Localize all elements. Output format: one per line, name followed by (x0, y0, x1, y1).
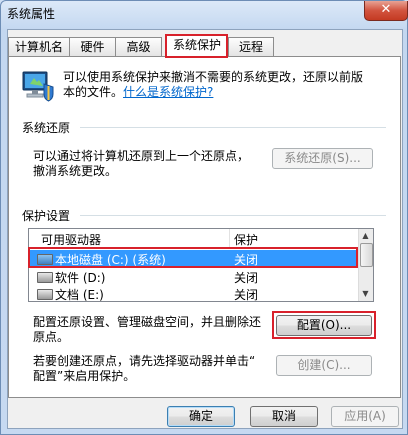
monitor-shield-icon (20, 70, 56, 102)
drive-row-d[interactable]: 软件 (D:) 关闭 (29, 268, 359, 285)
drive-name: 软件 (D:) (55, 271, 106, 285)
restore-heading: 系统还原 (22, 121, 71, 135)
intro-text-line2: 本的文件。什么是系统保护? (63, 83, 213, 100)
column-drives[interactable]: 可用驱动器 (41, 231, 101, 248)
create-button[interactable]: 创建(C)... (276, 355, 372, 376)
drive-state: 关闭 (234, 288, 259, 302)
help-link[interactable]: 什么是系统保护? (123, 85, 213, 99)
tab-computer-name[interactable]: 计算机名 (8, 37, 70, 57)
drive-list-scrollbar[interactable]: ▲ ▼ (358, 229, 373, 301)
scroll-down-icon[interactable]: ▼ (361, 289, 370, 298)
column-divider (229, 229, 230, 248)
window-title: 系统属性 (7, 7, 56, 21)
restore-separator (80, 127, 386, 128)
drive-list-header: 可用驱动器 保护 (29, 229, 359, 249)
column-protection[interactable]: 保护 (234, 231, 258, 248)
apply-button[interactable]: 应用(A) (331, 406, 399, 427)
tab-advanced[interactable]: 高级 (115, 37, 162, 57)
tab-panel (8, 56, 401, 398)
close-button[interactable]: ✕ (364, 1, 408, 21)
tab-highlight-box (165, 34, 228, 58)
restore-desc-line2: 撤消系统更改。 (33, 164, 118, 178)
create-desc-line2: 配置”来启用保护。 (33, 369, 136, 383)
drive-icon (37, 289, 53, 300)
drive-highlight-box (28, 247, 358, 268)
tab-remote[interactable]: 远程 (228, 37, 274, 57)
scroll-up-icon[interactable]: ▲ (361, 231, 370, 240)
tab-hardware[interactable]: 硬件 (69, 37, 116, 57)
drive-icon (37, 272, 53, 283)
drive-state: 关闭 (234, 271, 259, 285)
scroll-thumb[interactable] (360, 243, 373, 267)
cancel-button[interactable]: 取消 (250, 406, 318, 427)
ok-button[interactable]: 确定 (167, 406, 235, 427)
drive-name: 文档 (E:) (55, 288, 104, 302)
protection-separator (80, 215, 386, 216)
configure-highlight-box (272, 311, 376, 339)
protection-heading: 保护设置 (22, 209, 71, 223)
config-desc-line2: 原点。 (33, 330, 70, 344)
system-restore-button[interactable]: 系统还原(S)... (272, 148, 373, 169)
intro-text-prefix: 本的文件。 (63, 85, 124, 99)
drive-row-e[interactable]: 文档 (E:) 关闭 (29, 285, 359, 302)
